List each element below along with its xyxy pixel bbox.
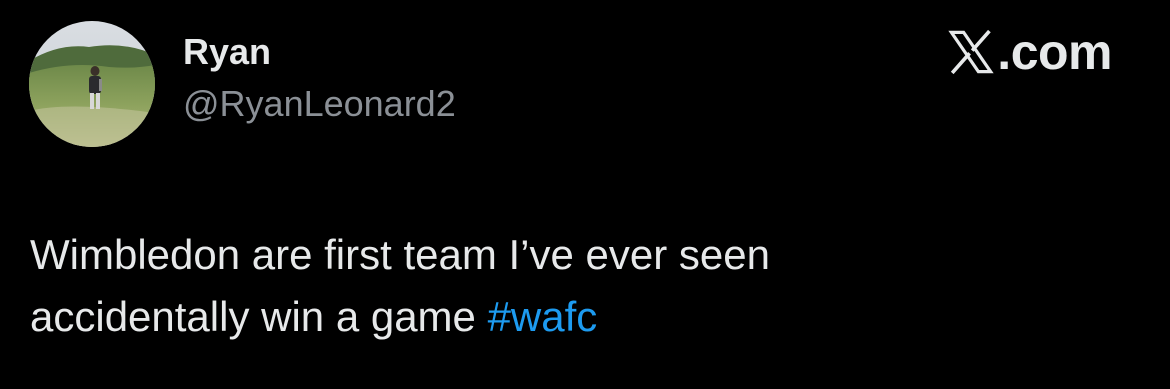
- brand-domain: .com: [997, 24, 1112, 80]
- hashtag-link[interactable]: #wafc: [488, 293, 598, 340]
- tweet-line-2: accidentally win a game #wafc: [30, 286, 1130, 348]
- tweet-line-1: Wimbledon are first team I’ve ever seen: [30, 231, 770, 278]
- author-display-name[interactable]: Ryan: [183, 30, 271, 74]
- x-logo-icon: [948, 29, 994, 75]
- tweet-text: Wimbledon are first team I’ve ever seen …: [30, 224, 1130, 348]
- avatar-photo: [29, 21, 155, 147]
- author-handle[interactable]: @RyanLeonard2: [183, 82, 456, 126]
- tweet-card: Ryan @RyanLeonard2 .com Wimbledon are fi…: [0, 0, 1170, 389]
- avatar[interactable]: [29, 21, 155, 147]
- x-com-brand: .com: [947, 24, 1112, 80]
- tweet-line-2-text: accidentally win a game: [30, 293, 488, 340]
